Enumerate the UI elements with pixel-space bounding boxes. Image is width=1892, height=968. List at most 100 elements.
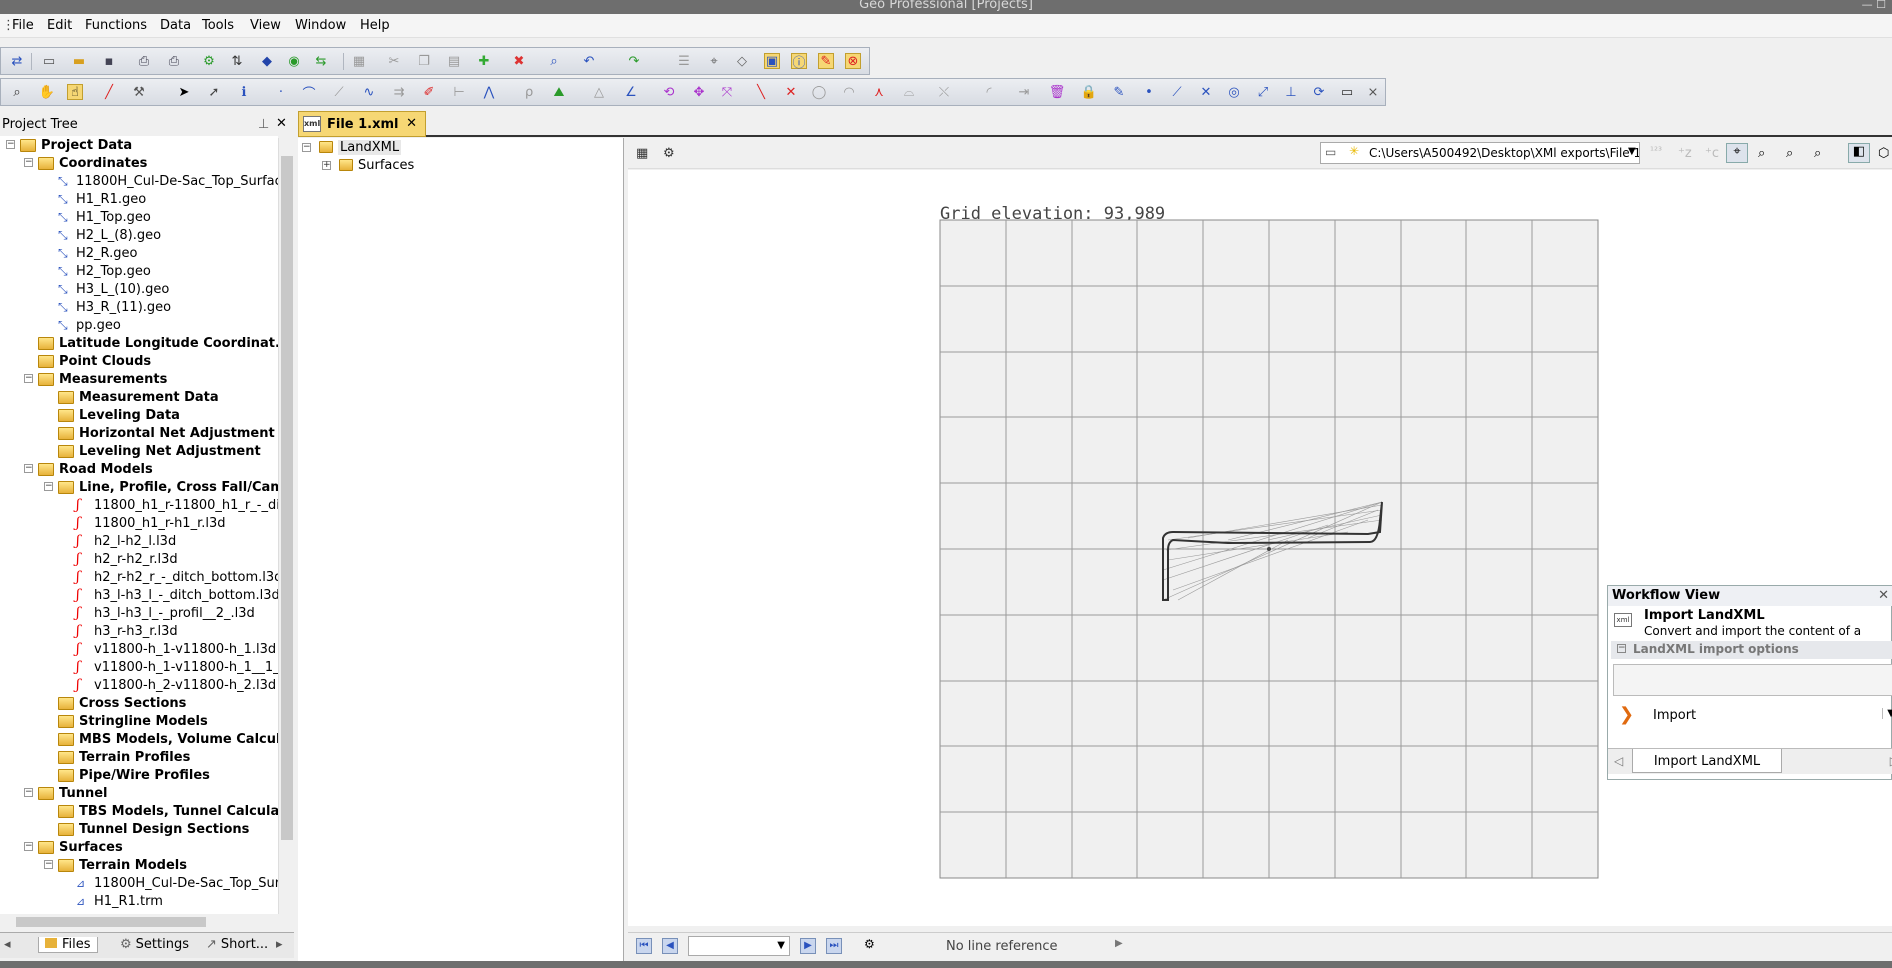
menu-window[interactable]: Window: [295, 18, 346, 33]
open-project-icon[interactable]: ⇄: [9, 53, 25, 69]
close-workflow-icon[interactable]: ✕: [1878, 588, 1889, 603]
tree-item[interactable]: ʃ h2_l-h2_l.l3d: [76, 532, 176, 550]
redraw-tool-icon[interactable]: ⟳: [1311, 84, 1327, 100]
tree-item[interactable]: ʃ 11800_h1_r-h1_r.l3d: [76, 514, 226, 532]
arc3-tool-icon[interactable]: ◠: [841, 84, 857, 100]
annotate-tool-icon[interactable]: ⍴: [521, 84, 537, 100]
paste-special-icon[interactable]: ✚: [476, 53, 492, 69]
polyline-tool-icon[interactable]: ⟋: [331, 84, 347, 100]
tree-item[interactable]: ⤡ H1_Top.geo: [58, 208, 151, 226]
collapse-toggle[interactable]: −: [24, 788, 33, 797]
dot-tool-icon[interactable]: •: [1141, 84, 1157, 100]
import-dropdown-icon[interactable]: ▼: [1882, 708, 1892, 719]
tree-folder[interactable]: − Coordinates: [24, 154, 147, 172]
zoom-extents-icon[interactable]: ⌕: [1814, 146, 1821, 161]
menu-help[interactable]: Help: [360, 18, 390, 33]
offset-tool-icon[interactable]: ⇉: [391, 84, 407, 100]
hand-tool-icon[interactable]: ☝: [67, 84, 83, 100]
tree-folder[interactable]: − Terrain Models: [44, 856, 187, 874]
tree-folder[interactable]: Pipe/Wire Profiles: [58, 766, 210, 784]
surface-tool-icon[interactable]: ⛰: [551, 84, 567, 100]
menu-tools[interactable]: Tools: [202, 18, 234, 33]
tree-folder[interactable]: − Surfaces: [24, 838, 123, 856]
window-close-icon[interactable]: ⊗: [845, 53, 861, 69]
close-tab-icon[interactable]: ✕: [406, 116, 417, 131]
pen-tool-icon[interactable]: ✎: [1111, 84, 1127, 100]
line-tool-icon[interactable]: ╱: [101, 84, 117, 100]
trash-tool-icon[interactable]: 🗑: [1049, 84, 1066, 100]
collapse-toggle[interactable]: −: [24, 842, 33, 851]
tree-item[interactable]: ʃ h2_r-h2_r.l3d: [76, 550, 178, 568]
find-icon[interactable]: ⌕: [546, 53, 562, 69]
tab-scroll-right-icon[interactable]: ▸: [276, 937, 283, 952]
tree-folder[interactable]: Latitude Longitude Coordinat...: [38, 334, 278, 352]
tree-folder[interactable]: − Tunnel: [24, 784, 107, 802]
triangle-tool-icon[interactable]: △: [591, 84, 607, 100]
cross-tool-icon[interactable]: ✕: [783, 84, 799, 100]
tree-item[interactable]: ʃ v11800-h_2-v11800-h_2.l3d: [76, 676, 276, 694]
plan-view-icon[interactable]: ◧: [1848, 143, 1870, 163]
xml-tree-surfaces[interactable]: + Surfaces: [322, 156, 414, 174]
brush-tool-icon[interactable]: ✐: [421, 84, 437, 100]
vertex-tool-icon[interactable]: ⋏: [871, 84, 887, 100]
collapse-toggle[interactable]: −: [24, 464, 33, 473]
curve-tool-icon[interactable]: ⌓: [901, 84, 917, 100]
extend-tool-icon[interactable]: ⇥: [1016, 84, 1032, 100]
tree-folder[interactable]: − Measurements: [24, 370, 167, 388]
last-page-icon[interactable]: ⏭: [826, 938, 842, 954]
point-tool-icon[interactable]: ·: [273, 84, 289, 100]
tree-folder[interactable]: Leveling Data: [58, 406, 180, 424]
undo-icon[interactable]: ↶: [581, 53, 597, 69]
station-combo[interactable]: ▼: [688, 936, 790, 956]
tree-folder[interactable]: TBS Models, Tunnel Calculations: [58, 802, 278, 820]
transfer-icon[interactable]: ⇅: [229, 53, 245, 69]
tree-item[interactable]: ⤡ H1_R1.geo: [58, 190, 146, 208]
prev-page-icon[interactable]: ◀: [662, 938, 678, 954]
file-path-combo[interactable]: ▭ ✳ C:\Users\A500492\Desktop\XMl exports…: [1320, 142, 1640, 164]
tree-item[interactable]: ⤡ H3_L_(10).geo: [58, 280, 169, 298]
collapse-toggle[interactable]: −: [6, 140, 15, 149]
info-tool-icon[interactable]: ℹ: [236, 84, 252, 100]
tree-item[interactable]: ⤡ pp.geo: [58, 316, 121, 334]
tab-scroll-left-icon[interactable]: ◂: [4, 937, 11, 952]
tree-folder[interactable]: Tunnel Design Sections: [58, 820, 249, 838]
expand-toggle[interactable]: +: [322, 160, 331, 170]
connect-tool-icon[interactable]: ⟋: [1169, 84, 1185, 100]
angle-tool-icon[interactable]: ∠: [623, 84, 639, 100]
tree-folder[interactable]: Cross Sections: [58, 694, 186, 712]
zoom-out-icon[interactable]: ⌕: [1786, 146, 1793, 161]
station-dropdown-icon[interactable]: ▼: [777, 940, 785, 951]
window-edit-icon[interactable]: ✎: [818, 53, 834, 69]
tree-item[interactable]: ʃ v11800-h_1-v11800-h_1.l3d: [76, 640, 276, 658]
print-icon[interactable]: ⎙: [166, 53, 182, 69]
menu-view[interactable]: View: [250, 18, 281, 33]
tree-folder[interactable]: Stringline Models: [58, 712, 208, 730]
collapse-options-icon[interactable]: −: [1617, 644, 1626, 653]
collapse-toggle[interactable]: −: [44, 860, 53, 869]
rotate-tool-icon[interactable]: ⟲: [661, 84, 677, 100]
first-page-icon[interactable]: ⏮: [636, 938, 652, 954]
menu-edit[interactable]: Edit: [47, 18, 72, 33]
workflow-tab-left-icon[interactable]: ◁: [1614, 754, 1623, 768]
join-tool-icon[interactable]: ⤢: [1255, 84, 1271, 100]
lock-tool-icon[interactable]: 🔒: [1081, 84, 1097, 100]
pin-icon[interactable]: ⊥: [258, 117, 269, 132]
xml-tree-root[interactable]: − LandXML: [302, 138, 402, 156]
view-grid-icon[interactable]: ▦: [636, 146, 648, 161]
path-dropdown-icon[interactable]: ▼: [1628, 146, 1636, 157]
window-controls[interactable]: — ☐: [1862, 0, 1886, 10]
tree-folder[interactable]: − Project Data: [6, 136, 132, 154]
project-tree-horizontal-scrollbar[interactable]: [0, 914, 278, 930]
scale-tool-icon[interactable]: ⤧: [719, 84, 735, 100]
menu-data[interactable]: Data: [160, 18, 191, 33]
tree-folder[interactable]: − Line, Profile, Cross Fall/Camber: [44, 478, 278, 496]
paste-icon[interactable]: ▤: [446, 53, 462, 69]
zoom-in-icon[interactable]: ⌕: [1758, 146, 1765, 161]
workflow-import-landxml-item[interactable]: xml Import LandXML Convert and import th…: [1608, 607, 1892, 639]
redo-icon[interactable]: ↷: [626, 53, 642, 69]
3d-view-icon[interactable]: ⬡: [1878, 146, 1889, 161]
menu-file[interactable]: File: [12, 18, 34, 33]
select-node-icon[interactable]: ➚: [206, 84, 222, 100]
tree-item[interactable]: ⊿ 11800H_Cul-De-Sac_Top_Surface: [76, 874, 278, 892]
scroll-thumb[interactable]: [281, 156, 293, 840]
